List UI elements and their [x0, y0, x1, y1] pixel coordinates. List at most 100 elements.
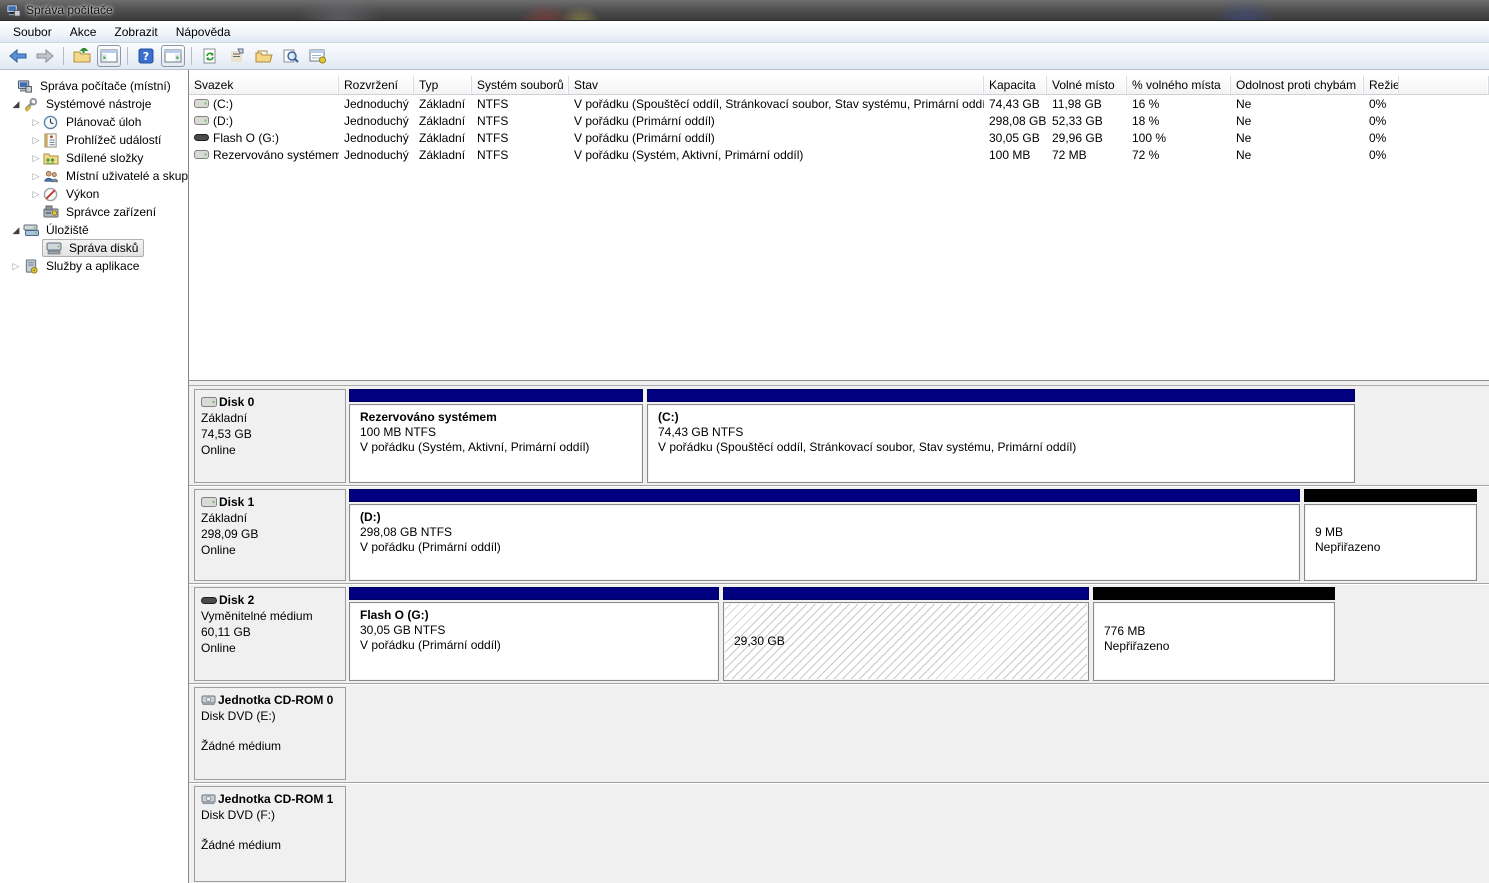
volume-row-d[interactable]: (D:) Jednoduchý Základní NTFS V pořádku … — [189, 112, 1489, 129]
tree-item-disk-management[interactable]: Správa disků — [0, 239, 188, 257]
unallocated-space-9mb[interactable]: 9 MB Nepřiřazeno — [1304, 489, 1477, 581]
window-title: Správa počítače — [26, 3, 113, 17]
volume-row-c[interactable]: (C:) Jednoduchý Základní NTFS V pořádku … — [189, 95, 1489, 112]
computer-management-window: Správa počítače Soubor Akce Zobrazit Náp… — [0, 0, 1489, 883]
expander-collapsed[interactable] — [30, 153, 42, 164]
show-console-tree-toggle[interactable] — [97, 45, 121, 67]
volume-icon — [194, 150, 209, 159]
task-scheduler-icon — [42, 114, 59, 130]
unallocated-bar — [1093, 587, 1335, 600]
volume-list-header: Svazek Rozvržení Typ Systém souborů Stav… — [189, 76, 1489, 95]
removable-disk-icon — [201, 596, 217, 605]
export-list-icon[interactable] — [252, 45, 276, 67]
main-area: Správa počítače (místní) Systémové nástr… — [0, 70, 1489, 883]
column-header-odolnost[interactable]: Odolnost proti chybám — [1231, 76, 1364, 94]
expander-expanded[interactable] — [10, 225, 22, 236]
computer-icon — [16, 78, 33, 94]
tree-item-shared-folders[interactable]: Sdílené složky — [0, 149, 188, 167]
show-action-pane-toggle[interactable] — [161, 45, 185, 67]
expander-collapsed[interactable] — [30, 117, 42, 128]
tree-item-services-and-applications[interactable]: Služby a aplikace — [0, 257, 188, 275]
menu-zobrazit[interactable]: Zobrazit — [105, 23, 166, 41]
expander-collapsed[interactable] — [30, 189, 42, 200]
services-icon — [22, 258, 39, 274]
shared-folders-icon — [42, 150, 59, 166]
disk-management-pane: Svazek Rozvržení Typ Systém souborů Stav… — [189, 70, 1489, 883]
column-header-svazek[interactable]: Svazek — [189, 76, 339, 94]
find-icon[interactable] — [279, 45, 303, 67]
expander-collapsed[interactable] — [30, 135, 42, 146]
cdrom-1-row: Jednotka CD-ROM 1 Disk DVD (F:) Žádné mé… — [189, 783, 1489, 883]
tree-item-computer-management[interactable]: Správa počítače (místní) — [0, 77, 188, 95]
cdrom-icon — [201, 694, 216, 706]
console-tree: Správa počítače (místní) Systémové nástr… — [0, 70, 189, 883]
tree-item-task-scheduler[interactable]: Plánovač úloh — [0, 113, 188, 131]
performance-icon — [42, 186, 59, 202]
column-header-volne-misto[interactable]: Volné místo — [1047, 76, 1127, 94]
device-manager-icon — [42, 204, 59, 220]
column-header-stav[interactable]: Stav — [569, 76, 984, 94]
column-header-kapacita[interactable]: Kapacita — [984, 76, 1047, 94]
app-icon — [6, 3, 21, 18]
partition-unformatted-29gb[interactable]: 29,30 GB — [723, 587, 1089, 681]
tree-item-event-viewer[interactable]: Prohlížeč událostí — [0, 131, 188, 149]
toolbar-separator — [127, 47, 128, 65]
local-users-icon — [42, 168, 59, 184]
help-icon[interactable]: ? — [134, 45, 158, 67]
cdrom-icon — [201, 793, 216, 805]
unallocated-space-776mb[interactable]: 776 MB Nepřiřazeno — [1093, 587, 1335, 681]
primary-partition-bar — [349, 389, 643, 402]
tree-item-performance[interactable]: Výkon — [0, 185, 188, 203]
expander-collapsed[interactable] — [30, 171, 42, 182]
disk-1-label[interactable]: Disk 1 Základní 298,09 GB Online — [194, 489, 346, 581]
column-header-typ[interactable]: Typ — [414, 76, 472, 94]
tree-item-device-manager[interactable]: Správce zařízení — [0, 203, 188, 221]
back-button[interactable] — [6, 45, 30, 67]
disk-0-label[interactable]: Disk 0 Základní 74,53 GB Online — [194, 389, 346, 483]
cdrom-0-label[interactable]: Jednotka CD-ROM 0 Disk DVD (E:) Žádné mé… — [194, 687, 346, 780]
svg-text:?: ? — [143, 50, 149, 63]
disk-icon — [201, 497, 217, 507]
column-header-rezie[interactable]: Režie — [1364, 76, 1399, 94]
column-header-filler — [1399, 76, 1489, 94]
menu-soubor[interactable]: Soubor — [4, 23, 61, 41]
volume-row-flash-g[interactable]: Flash O (G:) Jednoduchý Základní NTFS V … — [189, 129, 1489, 146]
volume-list: Svazek Rozvržení Typ Systém souborů Stav… — [189, 70, 1489, 381]
tree-item-system-tools[interactable]: Systémové nástroje — [0, 95, 188, 113]
disk-1-row: Disk 1 Základní 298,09 GB Online (D:) 29… — [189, 486, 1489, 584]
disk-0-row: Disk 0 Základní 74,53 GB Online Rezervov… — [189, 386, 1489, 486]
column-header-system-souboru[interactable]: Systém souborů — [472, 76, 569, 94]
disk-2-row: Disk 2 Vyměnitelné médium 60,11 GB Onlin… — [189, 584, 1489, 684]
disk-2-label[interactable]: Disk 2 Vyměnitelné médium 60,11 GB Onlin… — [194, 587, 346, 681]
up-folder-icon[interactable] — [70, 45, 94, 67]
partition-d[interactable]: (D:) 298,08 GB NTFS V pořádku (Primární … — [349, 489, 1300, 581]
partition-system-reserved[interactable]: Rezervováno systémem 100 MB NTFS V pořád… — [349, 389, 643, 483]
partition-flash-g[interactable]: Flash O (G:) 30,05 GB NTFS V pořádku (Pr… — [349, 587, 719, 681]
primary-partition-bar — [349, 489, 1300, 502]
column-header-pct-volneho-mista[interactable]: % volného místa — [1127, 76, 1231, 94]
properties-icon[interactable] — [225, 45, 249, 67]
toolbar-separator — [191, 47, 192, 65]
volume-icon — [194, 99, 209, 108]
refresh-icon[interactable] — [198, 45, 222, 67]
event-viewer-icon — [42, 132, 59, 148]
volume-row-system-reserved[interactable]: Rezervováno systémem Jednoduchý Základní… — [189, 146, 1489, 163]
disk-icon — [201, 397, 217, 407]
partition-c[interactable]: (C:) 74,43 GB NTFS V pořádku (Spouštěcí … — [647, 389, 1355, 483]
cdrom-1-label[interactable]: Jednotka CD-ROM 1 Disk DVD (F:) Žádné mé… — [194, 786, 346, 882]
unallocated-bar — [1304, 489, 1477, 502]
expander-expanded[interactable] — [10, 99, 22, 110]
toolbar-separator — [63, 47, 64, 65]
menu-akce[interactable]: Akce — [61, 23, 106, 41]
tree-item-local-users-and-groups[interactable]: Místní uživatelé a skupiny — [0, 167, 188, 185]
column-header-rozvrzeni[interactable]: Rozvržení — [339, 76, 414, 94]
forward-button[interactable] — [33, 45, 57, 67]
customize-view-icon[interactable] — [306, 45, 330, 67]
removable-volume-icon — [194, 133, 209, 142]
menu-bar: Soubor Akce Zobrazit Nápověda — [0, 21, 1489, 43]
expander-collapsed[interactable] — [10, 261, 22, 272]
primary-partition-bar — [349, 587, 719, 600]
toolbar: ? — [0, 43, 1489, 70]
menu-napoveda[interactable]: Nápověda — [167, 23, 240, 41]
tree-item-storage[interactable]: Úložiště — [0, 221, 188, 239]
